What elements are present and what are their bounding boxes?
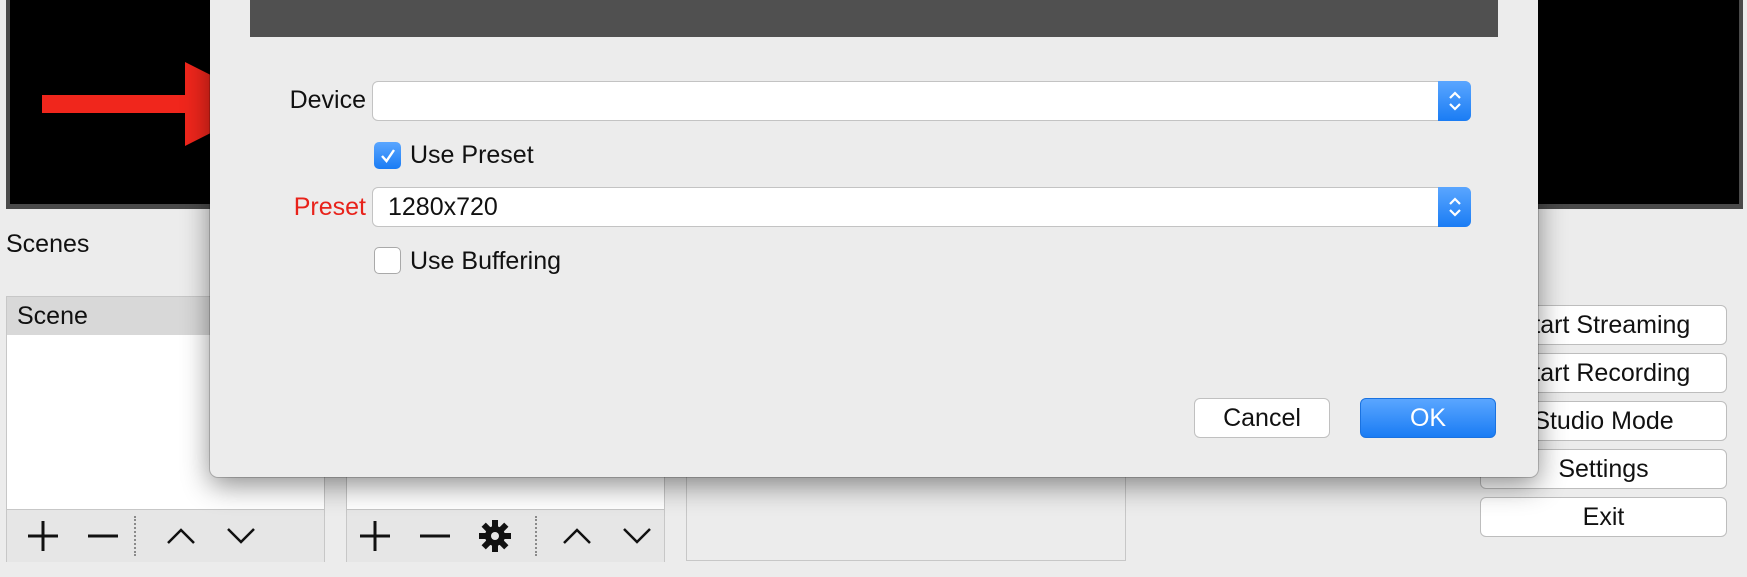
sources-toolbar	[347, 509, 664, 562]
dialog-preview-strip	[250, 0, 1498, 37]
minus-icon[interactable]	[83, 516, 123, 556]
device-select[interactable]	[372, 81, 1471, 121]
preset-select-value: 1280x720	[388, 193, 498, 221]
device-label: Device	[289, 86, 366, 114]
plus-icon[interactable]	[23, 516, 63, 556]
toolbar-separator	[134, 516, 136, 556]
scenes-toolbar	[7, 509, 324, 562]
gear-icon[interactable]	[475, 516, 515, 556]
updown-chevron-icon[interactable]	[1438, 81, 1471, 121]
video-capture-properties-dialog: Device Use Preset Preset 1280x720 Use Bu…	[210, 0, 1538, 477]
preset-select[interactable]: 1280x720	[372, 187, 1471, 227]
use-preset-checkbox[interactable]	[374, 142, 401, 169]
chevron-down-icon[interactable]	[221, 516, 261, 556]
exit-button[interactable]: Exit	[1480, 497, 1727, 537]
minus-icon[interactable]	[415, 516, 455, 556]
toolbar-separator	[535, 516, 537, 556]
chevron-down-icon[interactable]	[617, 516, 657, 556]
use-buffering-label: Use Buffering	[410, 247, 562, 275]
use-buffering-checkbox[interactable]	[374, 247, 401, 274]
updown-chevron-icon[interactable]	[1438, 187, 1471, 227]
plus-icon[interactable]	[355, 516, 395, 556]
preset-label: Preset	[293, 193, 366, 221]
ok-button[interactable]: OK	[1360, 398, 1496, 438]
use-preset-label: Use Preset	[410, 141, 534, 169]
chevron-up-icon[interactable]	[557, 516, 597, 556]
checkmark-icon	[380, 148, 395, 163]
audio-mixer-panel	[686, 470, 1126, 561]
scenes-title: Scenes	[6, 230, 90, 258]
chevron-up-icon[interactable]	[161, 516, 201, 556]
cancel-button[interactable]: Cancel	[1194, 398, 1330, 438]
